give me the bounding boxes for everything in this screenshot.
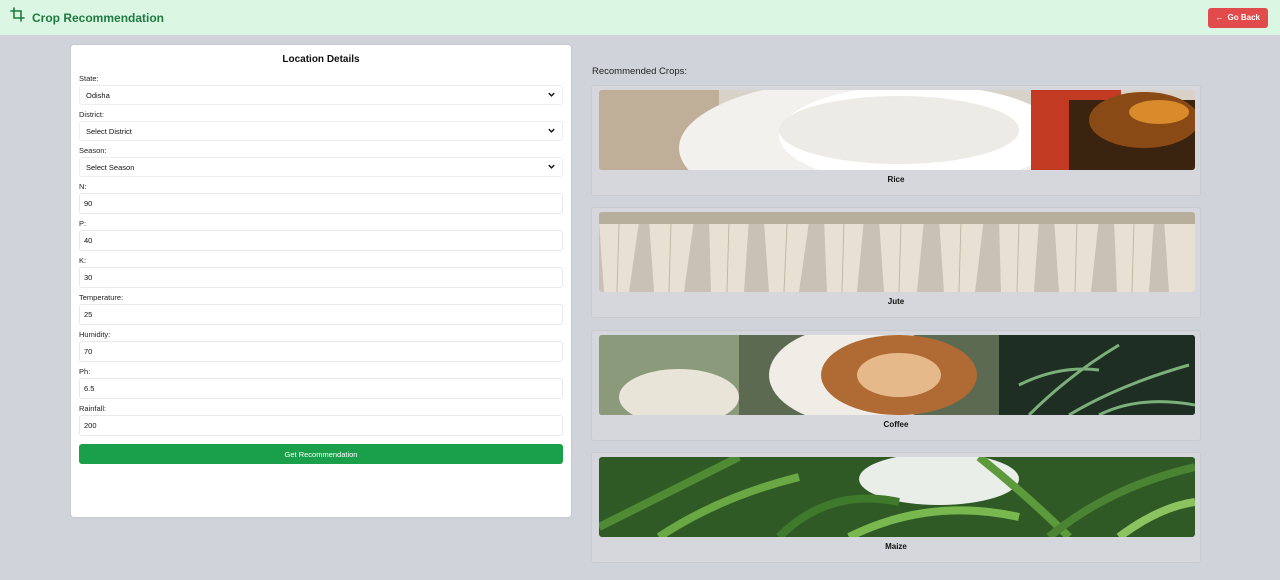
humidity-label: Humidity:: [79, 330, 111, 339]
rainfall-input[interactable]: 200: [79, 415, 563, 436]
crop-card-jute[interactable]: Jute: [591, 207, 1201, 318]
state-select[interactable]: Odisha: [79, 85, 563, 105]
crop-card-coffee[interactable]: Coffee: [591, 330, 1201, 441]
k-input[interactable]: 30: [79, 267, 563, 288]
maize-image: [599, 457, 1195, 537]
jute-image: [599, 212, 1195, 292]
temperature-input[interactable]: 25: [79, 304, 563, 325]
go-back-button[interactable]: ← Go Back: [1207, 7, 1268, 28]
n-label: N:: [79, 182, 87, 191]
k-label: K:: [79, 256, 87, 265]
crop-name: Rice: [887, 175, 905, 184]
season-select[interactable]: Select Season: [79, 157, 563, 177]
ph-label: Ph:: [79, 367, 91, 376]
rice-image: [599, 90, 1195, 170]
location-form: Location Details State: Odisha District:…: [71, 45, 571, 517]
app-header: Crop Recommendation ← Go Back: [0, 0, 1280, 35]
app-title: Crop Recommendation: [32, 10, 165, 25]
recommended-crops-heading: Recommended Crops:: [592, 66, 688, 77]
crop-name: Maize: [885, 542, 907, 551]
arrow-left-icon: ←: [1215, 13, 1224, 22]
coffee-image: [599, 335, 1195, 415]
n-input[interactable]: 90: [79, 193, 563, 214]
rainfall-label: Rainfall:: [79, 404, 107, 413]
district-select[interactable]: Select District: [79, 121, 563, 141]
chevron-down-icon: [547, 162, 556, 173]
temperature-label: Temperature:: [79, 293, 124, 302]
get-recommendation-button[interactable]: Get Recommendation: [79, 444, 563, 464]
go-back-label: Go Back: [1227, 13, 1260, 22]
crop-card-maize[interactable]: Maize: [591, 452, 1201, 563]
p-label: P:: [79, 219, 87, 228]
p-input[interactable]: 40: [79, 230, 563, 251]
crop-name: Jute: [887, 297, 905, 306]
state-label: State:: [79, 74, 99, 83]
chevron-down-icon: [547, 90, 556, 101]
ph-input[interactable]: 6.5: [79, 378, 563, 399]
crop-card-rice[interactable]: Rice: [591, 85, 1201, 196]
crop-name: Coffee: [883, 420, 909, 429]
crop-icon: [10, 7, 26, 28]
season-label: Season:: [79, 146, 107, 155]
district-select-value: Select District: [86, 126, 132, 136]
district-label: District:: [79, 110, 104, 119]
humidity-input[interactable]: 70: [79, 341, 563, 362]
chevron-down-icon: [547, 126, 556, 137]
season-select-value: Select Season: [86, 162, 135, 172]
brand: Crop Recommendation: [10, 7, 164, 28]
form-title: Location Details: [282, 54, 360, 65]
state-select-value: Odisha: [86, 90, 110, 100]
